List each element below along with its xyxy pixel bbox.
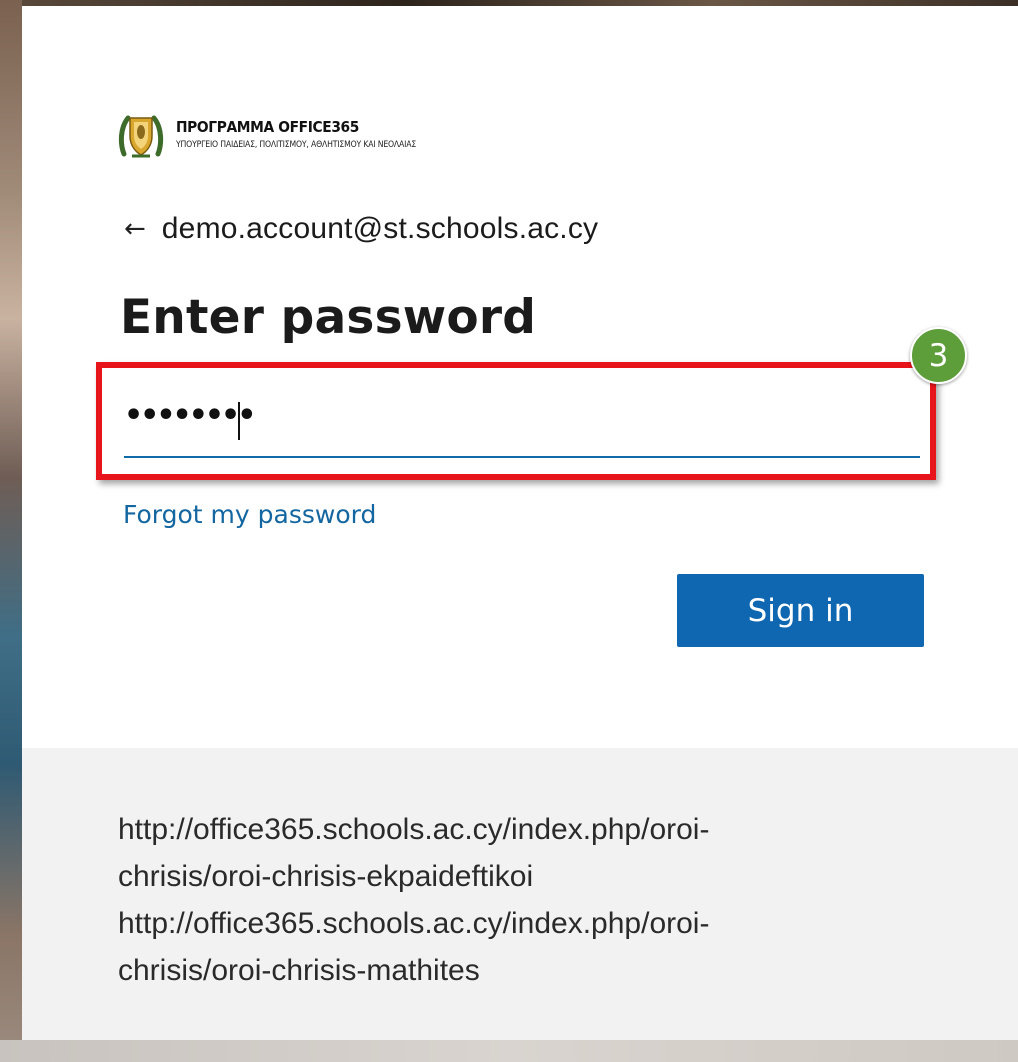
- program-title: ΠΡΟΓΡΑΜΜΑ OFFICE365: [176, 118, 360, 137]
- arrow-left-icon[interactable]: ←: [124, 216, 146, 242]
- terms-line: http://office365.schools.ac.cy/index.php…: [118, 907, 710, 940]
- terms-of-use-text: http://office365.schools.ac.cy/index.php…: [118, 806, 858, 994]
- terms-line: chrisis/oroi-chrisis-mathites: [118, 954, 480, 987]
- ministry-subtitle: ΥΠΟΥΡΓΕΙΟ ΠΑΙΔΕΙΑΣ, ΠΟΛΙΤΙΣΜΟΥ, ΑΘΛΗΤΙΣΜ…: [176, 140, 417, 151]
- forgot-password-link[interactable]: Forgot my password: [123, 500, 376, 529]
- logo-text: ΠΡΟΓΡΑΜΜΑ OFFICE365 ΥΠΟΥΡΓΕΙΟ ΠΑΙΔΕΙΑΣ, …: [176, 120, 443, 150]
- cyprus-coat-of-arms-icon: [118, 110, 164, 160]
- terms-line: chrisis/oroi-chrisis-ekpaideftikoi: [118, 860, 534, 893]
- background-photo-left: [0, 0, 22, 1062]
- background-photo-bottom: [0, 1040, 1018, 1062]
- account-email: demo.account@st.schools.ac.cy: [161, 212, 599, 245]
- sign-in-button[interactable]: Sign in: [677, 574, 924, 647]
- page-title: Enter password: [120, 290, 537, 345]
- account-identity-back[interactable]: ← demo.account@st.schools.ac.cy: [124, 212, 598, 246]
- organization-logo: ΠΡΟΓΡΑΜΜΑ OFFICE365 ΥΠΟΥΡΓΕΙΟ ΠΑΙΔΕΙΑΣ, …: [118, 110, 443, 160]
- sign-in-card: ΠΡΟΓΡΑΜΜΑ OFFICE365 ΥΠΟΥΡΓΕΙΟ ΠΑΙΔΕΙΑΣ, …: [22, 6, 1018, 1040]
- terms-line: http://office365.schools.ac.cy/index.php…: [118, 813, 710, 846]
- step-number-badge: 3: [910, 327, 967, 384]
- tutorial-highlight-box: [96, 362, 936, 480]
